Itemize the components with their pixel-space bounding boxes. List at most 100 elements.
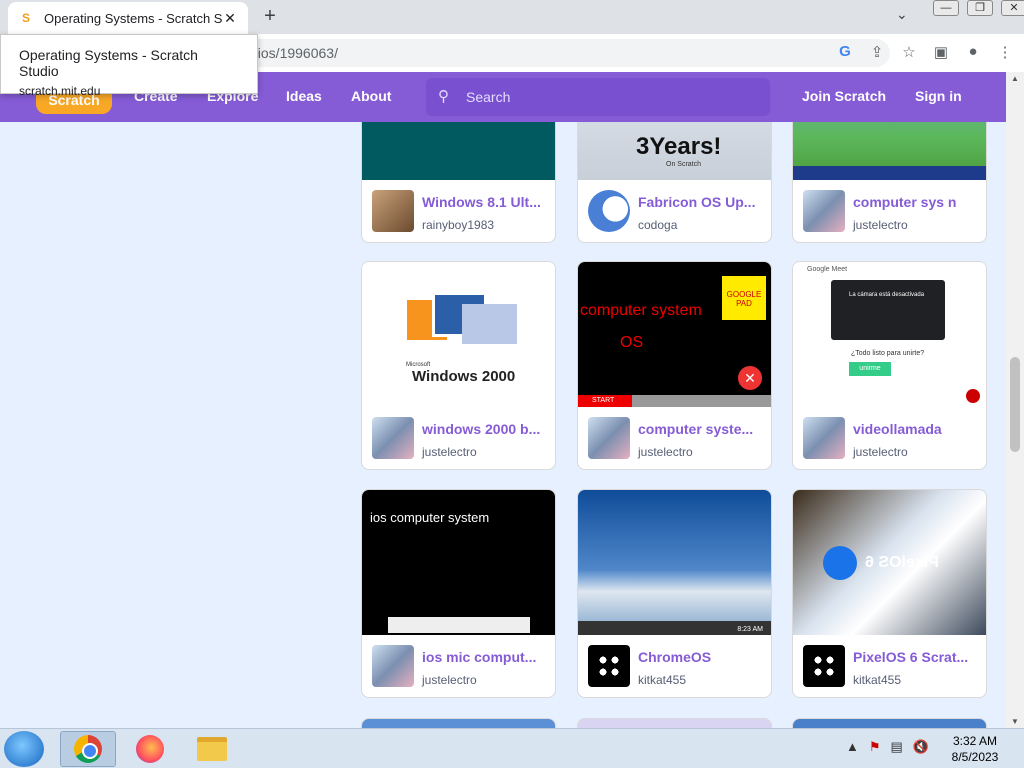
grid-logo-icon <box>812 654 836 678</box>
project-thumbnail[interactable]: computer system OS GOOGLE PAD ✕ START <box>578 262 771 407</box>
volume-muted-icon[interactable]: 🔇 <box>913 739 929 755</box>
google-icon[interactable]: G <box>836 43 854 61</box>
project-title[interactable]: computer sys n <box>853 194 978 210</box>
scrollbar-thumb[interactable] <box>1010 357 1020 452</box>
tooltip-title: Operating Systems - Scratch Studio <box>19 47 198 79</box>
network-icon[interactable]: ▤ <box>891 739 903 755</box>
studio-projects-grid: Windows 8.1 Ult... rainyboy1983 3Years! … <box>0 122 1006 728</box>
project-author[interactable]: kitkat455 <box>853 673 901 687</box>
project-title[interactable]: Fabricon OS Up... <box>638 194 763 210</box>
project-title[interactable]: PixelOS 6 Scrat... <box>853 649 978 665</box>
new-tab-icon[interactable]: + <box>258 4 282 28</box>
tab-bar: S Operating Systems - Scratch Stuc ✕ + ⌄… <box>0 0 1024 34</box>
project-thumbnail[interactable]: PixelOS 6 <box>793 490 986 635</box>
project-thumbnail[interactable]: Google Meet La cámara está desactivada ¿… <box>793 262 986 407</box>
thumb-text: computer system <box>580 302 702 319</box>
project-title[interactable]: computer syste... <box>638 421 763 437</box>
tab-hover-tooltip: Operating Systems - Scratch Studio scrat… <box>0 34 258 98</box>
project-author[interactable]: rainyboy1983 <box>422 218 494 232</box>
project-thumbnail[interactable] <box>793 122 986 180</box>
thumb-text: 3Years! <box>636 133 722 160</box>
profile-icon[interactable]: ● <box>964 43 982 61</box>
avatar[interactable] <box>372 417 414 459</box>
join-scratch-link[interactable]: Join Scratch <box>802 88 886 104</box>
system-tray: ▲ ⚑ ▤ 🔇 <box>846 739 929 755</box>
project-title[interactable]: ChromeOS <box>638 649 763 665</box>
scratch-favicon-icon: S <box>21 11 30 25</box>
close-window-icon[interactable]: ✕ <box>1001 0 1024 16</box>
project-card[interactable]: 8:23 AM ChromeOS kitkat455 <box>577 489 772 698</box>
project-card[interactable] <box>361 718 556 728</box>
project-card[interactable]: Windows 8.1 Ult... rainyboy1983 <box>361 122 556 243</box>
project-thumbnail[interactable]: ios computer system <box>362 490 555 635</box>
share-icon[interactable]: ⇪ <box>868 43 886 61</box>
nav-ideas[interactable]: Ideas <box>286 88 322 104</box>
project-title[interactable]: ios mic comput... <box>422 649 547 665</box>
project-author[interactable]: justelectro <box>422 673 477 687</box>
avatar[interactable] <box>588 190 630 232</box>
tray-expand-icon[interactable]: ▲ <box>846 739 859 755</box>
maximize-icon[interactable]: ❐ <box>967 0 993 16</box>
project-author[interactable]: justelectro <box>853 218 908 232</box>
project-card[interactable]: computer sys n justelectro <box>792 122 987 243</box>
taskbar-explorer[interactable] <box>184 731 240 767</box>
avatar[interactable] <box>803 190 845 232</box>
tab-close-icon[interactable]: ✕ <box>222 10 238 27</box>
minimize-icon[interactable]: — <box>933 0 959 16</box>
project-thumbnail[interactable]: 8:23 AM <box>578 490 771 635</box>
project-card[interactable] <box>577 718 772 728</box>
project-author[interactable]: justelectro <box>638 445 693 459</box>
page-scrollbar[interactable]: ▲ ▼ <box>1006 72 1024 728</box>
toolbar-icons: G ⇪ ☆ ▣ ● ⋮ <box>836 43 1014 61</box>
project-card[interactable]: computer system OS GOOGLE PAD ✕ START co… <box>577 261 772 470</box>
tab-search-chevron-icon[interactable]: ⌄ <box>896 6 908 23</box>
taskbar-chrome[interactable] <box>60 731 116 767</box>
project-card[interactable]: 3Years! On Scratch Fabricon OS Up... cod… <box>577 122 772 243</box>
project-title[interactable]: windows 2000 b... <box>422 421 547 437</box>
scroll-up-arrow-icon[interactable]: ▲ <box>1011 74 1019 83</box>
project-thumbnail[interactable]: 3Years! On Scratch <box>578 122 771 180</box>
taskbar-firefox[interactable] <box>122 731 178 767</box>
sign-in-link[interactable]: Sign in <box>915 88 962 104</box>
avatar[interactable] <box>372 645 414 687</box>
bookmark-star-icon[interactable]: ☆ <box>900 43 918 61</box>
project-title[interactable]: Windows 8.1 Ult... <box>422 194 547 210</box>
project-author[interactable]: codoga <box>638 218 677 232</box>
project-thumbnail[interactable]: Microsoft Windows 2000 <box>362 262 555 407</box>
project-author[interactable]: kitkat455 <box>638 673 686 687</box>
thumb-shape <box>462 304 517 344</box>
tab-operating-systems[interactable]: S Operating Systems - Scratch Stuc ✕ <box>8 2 248 34</box>
thumb-shape: La cámara está desactivada <box>831 280 945 340</box>
firefox-icon <box>136 735 164 763</box>
thumb-text: 8:23 AM <box>737 626 763 633</box>
action-center-icon[interactable]: ⚑ <box>869 739 881 755</box>
avatar[interactable] <box>372 190 414 232</box>
close-x-icon: ✕ <box>738 366 762 390</box>
thumb-text: unirme <box>849 362 891 376</box>
project-card[interactable]: Google Meet La cámara está desactivada ¿… <box>792 261 987 470</box>
project-title[interactable]: videollamada <box>853 421 978 437</box>
menu-kebab-icon[interactable]: ⋮ <box>996 43 1014 61</box>
project-thumbnail[interactable] <box>362 122 555 180</box>
search-input[interactable]: ⚲ Search <box>426 78 770 116</box>
project-card[interactable]: PixelOS 6 PixelOS 6 Scrat... kitkat455 <box>792 489 987 698</box>
scroll-down-arrow-icon[interactable]: ▼ <box>1011 717 1019 726</box>
project-card[interactable] <box>792 718 987 728</box>
project-card[interactable]: Microsoft Windows 2000 windows 2000 b...… <box>361 261 556 470</box>
avatar[interactable] <box>588 417 630 459</box>
windows-taskbar: ▲ ⚑ ▤ 🔇 3:32 AM 8/5/2023 <box>0 728 1024 768</box>
project-author[interactable]: justelectro <box>422 445 477 459</box>
avatar[interactable] <box>803 417 845 459</box>
thumb-text: Windows 2000 <box>412 368 516 385</box>
taskbar-clock[interactable]: 3:32 AM 8/5/2023 <box>940 733 1010 765</box>
android-icon <box>823 546 857 580</box>
avatar[interactable] <box>803 645 845 687</box>
project-author[interactable]: justelectro <box>853 445 908 459</box>
project-card[interactable]: ios computer system ios mic comput... ju… <box>361 489 556 698</box>
avatar[interactable] <box>588 645 630 687</box>
nav-about[interactable]: About <box>351 88 391 104</box>
side-panel-icon[interactable]: ▣ <box>932 43 950 61</box>
thumb-text: GOOGLE PAD <box>722 276 766 320</box>
search-icon: ⚲ <box>438 88 449 105</box>
start-button-icon[interactable] <box>4 731 44 767</box>
